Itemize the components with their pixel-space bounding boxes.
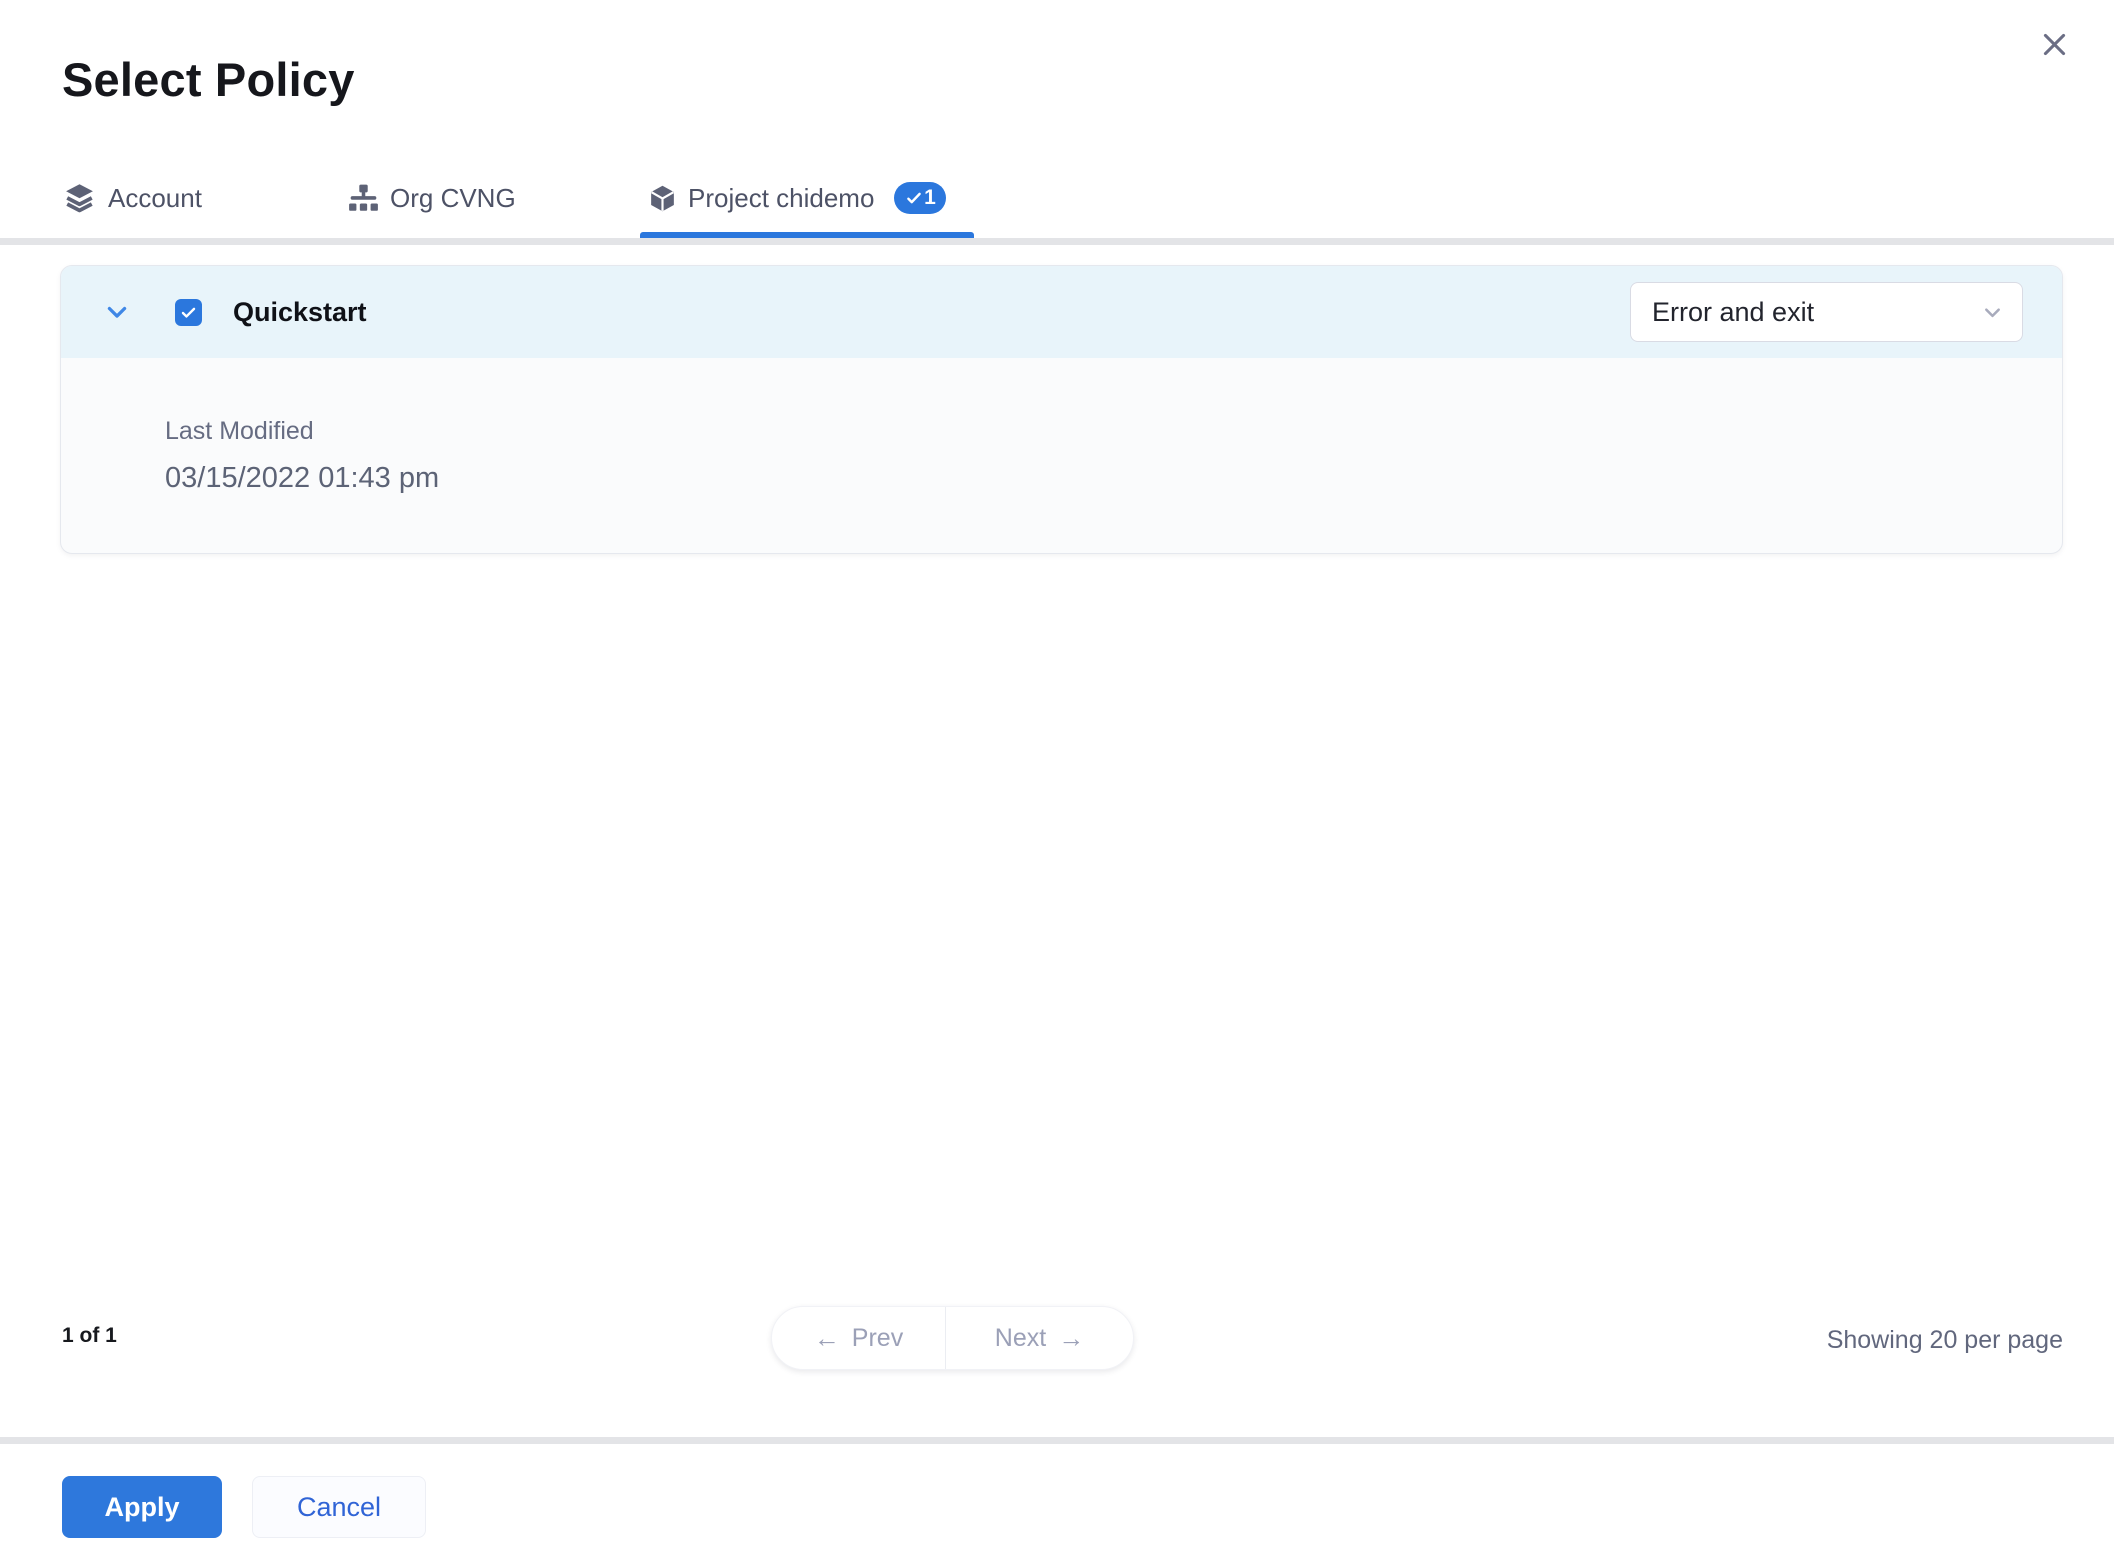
cancel-button[interactable]: Cancel: [252, 1476, 426, 1538]
modal-title: Select Policy: [62, 53, 355, 106]
policy-card: Quickstart Error and exit Last Modified …: [60, 265, 2063, 554]
tab-org-cvng[interactable]: Org CVNG: [348, 178, 516, 218]
prev-label: Prev: [851, 1323, 904, 1352]
arrow-left-icon: ←: [813, 1322, 840, 1353]
tabs-divider: [0, 238, 2114, 245]
policy-row-details: Last Modified 03/15/2022 01:43 pm: [61, 358, 2062, 495]
tab-account-label: Account: [108, 182, 202, 213]
last-modified-label: Last Modified: [165, 417, 314, 445]
arrow-right-icon: →: [1058, 1322, 1085, 1353]
check-icon: [905, 189, 923, 207]
next-label: Next: [994, 1323, 1047, 1352]
select-policy-modal: Select Policy Account Org CVNG Project c…: [0, 0, 2114, 1546]
page-count: 1 of 1: [62, 1324, 117, 1347]
close-icon: [2039, 29, 2070, 60]
policy-checkbox[interactable]: [175, 298, 202, 326]
chevron-down-icon: [1979, 299, 2006, 326]
chevron-down-icon: [103, 298, 131, 326]
last-modified-value: 03/15/2022 01:43 pm: [165, 462, 440, 494]
org-chart-icon: [348, 184, 379, 213]
close-button[interactable]: [2030, 20, 2078, 68]
tab-project-label: Project chidemo: [688, 182, 875, 213]
selected-count-badge: 1: [894, 182, 947, 214]
policy-action-value: Error and exit: [1652, 296, 1815, 327]
row-expander-button[interactable]: [103, 298, 131, 326]
tab-org-label: Org CVNG: [390, 182, 516, 213]
policy-name: Quickstart: [233, 296, 367, 327]
footer-divider: [0, 1437, 2114, 1444]
apply-button[interactable]: Apply: [62, 1476, 222, 1538]
cube-icon: [648, 184, 677, 213]
badge-count: 1: [924, 186, 936, 209]
per-page-info: Showing 20 per page: [1826, 1326, 2063, 1354]
prev-page-button[interactable]: ← Prev: [772, 1307, 946, 1369]
policy-row-header: Quickstart Error and exit: [61, 266, 2062, 358]
layers-icon: [62, 181, 97, 216]
tab-account[interactable]: Account: [62, 178, 202, 218]
pager: ← Prev Next →: [771, 1306, 1134, 1370]
policy-action-select[interactable]: Error and exit: [1630, 282, 2023, 342]
next-page-button[interactable]: Next →: [946, 1307, 1133, 1369]
tab-project-chidemo[interactable]: Project chidemo 1: [648, 178, 947, 218]
check-icon: [179, 303, 198, 322]
